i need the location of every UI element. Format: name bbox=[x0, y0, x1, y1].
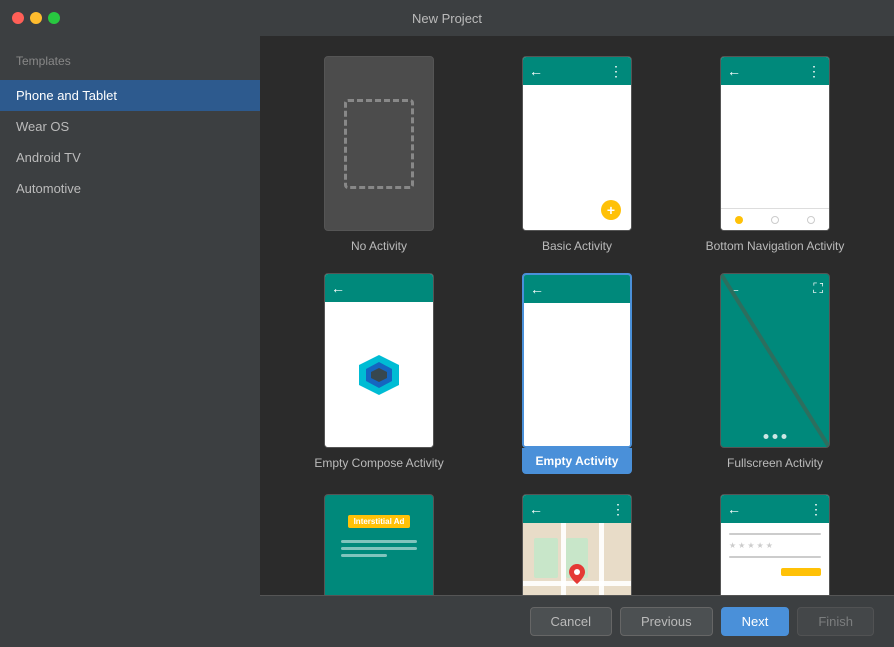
previous-button[interactable]: Previous bbox=[620, 607, 713, 636]
template-preview-fullscreen: ← ⛶ bbox=[720, 273, 830, 448]
map-pin-icon bbox=[569, 564, 585, 584]
template-label-fullscreen: Fullscreen Activity bbox=[727, 456, 823, 470]
map-header: ← ⋮ bbox=[523, 495, 631, 523]
template-label-empty-activity: Empty Activity bbox=[536, 454, 619, 468]
no-activity-dashed-rect bbox=[344, 99, 414, 189]
basic-arrow-icon: ← bbox=[529, 63, 543, 79]
finish-button[interactable]: Finish bbox=[797, 607, 874, 636]
compose-body bbox=[325, 302, 433, 447]
close-button[interactable] bbox=[12, 12, 24, 24]
template-preview-empty-activity: ← bbox=[522, 273, 632, 448]
template-grid: No Activity ← ⋮ + Basic Activity bbox=[260, 36, 894, 595]
interstitial-ad-badge: Interstitial Ad bbox=[348, 515, 411, 528]
compose-logo-icon bbox=[354, 350, 404, 400]
ad-line-2 bbox=[341, 547, 417, 550]
main-content: Templates Phone and Tablet Wear OS Andro… bbox=[0, 36, 894, 647]
map-dots-icon: ⋮ bbox=[611, 501, 625, 518]
template-preview-basic-activity: ← ⋮ + bbox=[522, 56, 632, 231]
empty-activity-header: ← bbox=[524, 275, 630, 303]
login-submit-btn bbox=[781, 568, 821, 576]
map-body bbox=[523, 523, 631, 595]
template-card-login[interactable]: ← ⋮ ★★★★★ Login Activity bbox=[686, 494, 864, 595]
map-arrow-icon: ← bbox=[529, 501, 543, 517]
template-label-bottom-nav: Bottom Navigation Activity bbox=[706, 239, 845, 253]
template-card-empty-activity[interactable]: ← Empty Activity bbox=[488, 273, 666, 474]
sidebar-item-phone-tablet[interactable]: Phone and Tablet bbox=[0, 80, 260, 111]
login-dots-icon: ⋮ bbox=[809, 501, 823, 518]
fullscreen-dots bbox=[764, 434, 787, 439]
login-arrow-icon: ← bbox=[727, 501, 741, 517]
template-label-no-activity: No Activity bbox=[351, 239, 407, 253]
ad-lines bbox=[341, 540, 417, 557]
login-header: ← ⋮ bbox=[721, 495, 829, 523]
fullscreen-diagonal bbox=[721, 274, 829, 447]
template-card-interstitial[interactable]: Interstitial Ad Interstitial Ad bbox=[290, 494, 468, 595]
bottom-nav-bar bbox=[721, 208, 829, 230]
sidebar-item-automotive[interactable]: Automotive bbox=[0, 173, 260, 204]
bottom-nav-arrow-icon: ← bbox=[727, 63, 741, 79]
selected-label-bg: Empty Activity bbox=[522, 448, 632, 474]
map-road-v1 bbox=[561, 523, 566, 595]
compose-header: ← bbox=[325, 274, 433, 302]
cancel-button[interactable]: Cancel bbox=[530, 607, 612, 636]
sidebar-item-android-tv[interactable]: Android TV bbox=[0, 142, 260, 173]
basic-phone-body: + bbox=[523, 85, 631, 230]
template-preview-google-maps: ← ⋮ bbox=[522, 494, 632, 595]
bottom-nav-header: ← ⋮ bbox=[721, 57, 829, 85]
empty-arrow-icon: ← bbox=[530, 281, 544, 297]
basic-dots-icon: ⋮ bbox=[609, 63, 625, 80]
template-label-basic-activity: Basic Activity bbox=[542, 239, 612, 253]
template-card-basic-activity[interactable]: ← ⋮ + Basic Activity bbox=[488, 56, 666, 253]
template-preview-bottom-nav: ← ⋮ bbox=[720, 56, 830, 231]
map-road-v2 bbox=[599, 523, 604, 595]
fs-dot-3 bbox=[782, 434, 787, 439]
template-preview-empty-compose: ← bbox=[324, 273, 434, 448]
nav-dot-2 bbox=[807, 216, 815, 224]
sidebar-item-wear-os[interactable]: Wear OS bbox=[0, 111, 260, 142]
bottom-nav-body bbox=[721, 85, 829, 208]
login-field-password bbox=[729, 556, 821, 558]
basic-phone-header: ← ⋮ bbox=[523, 57, 631, 85]
content-area: No Activity ← ⋮ + Basic Activity bbox=[260, 36, 894, 647]
template-card-empty-compose[interactable]: ← Empty Compose Activity bbox=[290, 273, 468, 474]
template-card-no-activity[interactable]: No Activity bbox=[290, 56, 468, 253]
fs-dot-2 bbox=[773, 434, 778, 439]
login-field-username bbox=[729, 533, 821, 535]
traffic-lights bbox=[12, 12, 60, 24]
template-card-google-maps[interactable]: ← ⋮ bbox=[488, 494, 666, 595]
maximize-button[interactable] bbox=[48, 12, 60, 24]
nav-dot-active bbox=[735, 216, 743, 224]
nav-dot-1 bbox=[771, 216, 779, 224]
template-card-bottom-nav[interactable]: ← ⋮ Bottom Navigation Activity bbox=[686, 56, 864, 253]
template-preview-login: ← ⋮ ★★★★★ bbox=[720, 494, 830, 595]
fs-dot-1 bbox=[764, 434, 769, 439]
sidebar-header: Templates bbox=[0, 46, 260, 80]
title-bar: New Project bbox=[0, 0, 894, 36]
template-preview-no-activity bbox=[324, 56, 434, 231]
compose-arrow-icon: ← bbox=[331, 280, 345, 296]
template-preview-interstitial: Interstitial Ad bbox=[324, 494, 434, 595]
login-password-stars: ★★★★★ bbox=[729, 541, 821, 550]
bottom-nav-dots-icon: ⋮ bbox=[807, 63, 823, 80]
map-green-1 bbox=[534, 538, 558, 579]
bottom-bar: Cancel Previous Next Finish bbox=[260, 595, 894, 647]
login-body: ★★★★★ bbox=[721, 523, 829, 595]
window-title: New Project bbox=[412, 11, 482, 26]
empty-activity-body bbox=[524, 303, 630, 446]
minimize-button[interactable] bbox=[30, 12, 42, 24]
template-card-fullscreen[interactable]: ← ⛶ Fullscreen Activity bbox=[686, 273, 864, 474]
basic-fab: + bbox=[601, 200, 621, 220]
ad-line-1 bbox=[341, 540, 417, 543]
sidebar: Templates Phone and Tablet Wear OS Andro… bbox=[0, 36, 260, 647]
ad-line-3 bbox=[341, 554, 386, 557]
next-button[interactable]: Next bbox=[721, 607, 790, 636]
template-label-empty-compose: Empty Compose Activity bbox=[314, 456, 443, 470]
